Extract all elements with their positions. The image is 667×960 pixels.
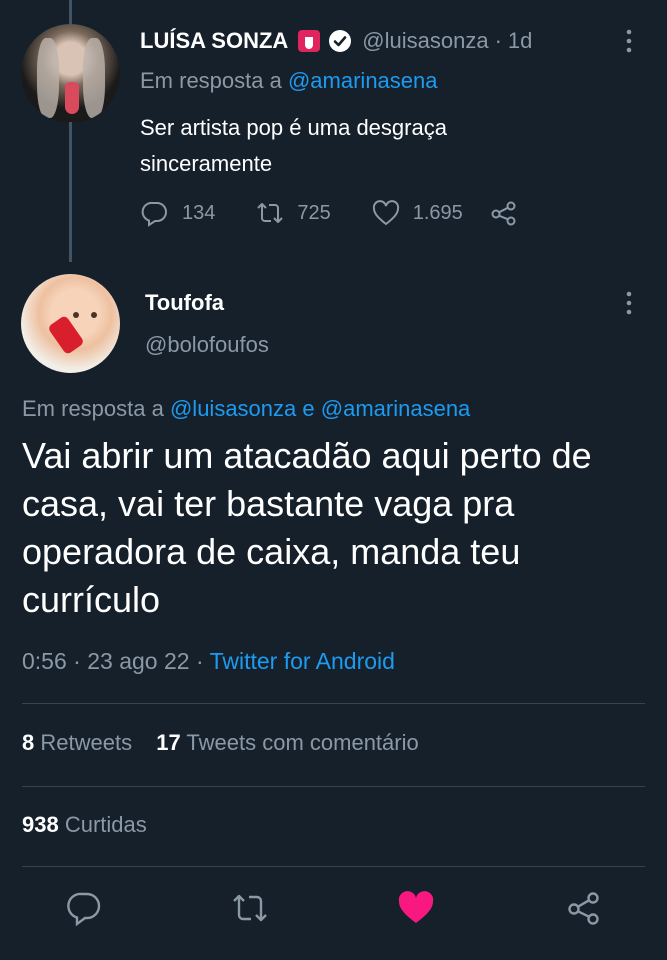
like-icon	[372, 200, 399, 226]
divider	[22, 786, 645, 787]
display-name[interactable]: Toufofa	[145, 290, 224, 316]
tweet-meta: 0:56 · 23 ago 22 · Twitter for Android	[22, 648, 395, 675]
quotes-link[interactable]: 17 Tweets com comentário	[156, 730, 419, 755]
retweet-icon[interactable]	[230, 888, 270, 928]
retweets-link[interactable]: 8 Retweets	[22, 730, 132, 755]
reply-icon	[141, 201, 167, 227]
share-icon[interactable]	[564, 888, 604, 928]
retweets-count: 8	[22, 730, 35, 755]
replying-to: Em resposta a @amarinasena	[140, 68, 438, 94]
tweet-action-bar	[0, 888, 667, 938]
share-button[interactable]	[489, 198, 519, 228]
replying-prefix: Em resposta a	[140, 68, 282, 93]
reply-tweet-header: LUÍSA SONZA @luisasonza · 1d	[140, 28, 532, 54]
separator-dot: ·	[73, 648, 81, 674]
retweet-button[interactable]: 725	[255, 198, 331, 228]
tweet-text: Ser artista pop é uma desgraça sincerame…	[140, 115, 447, 176]
avatar[interactable]	[21, 24, 120, 123]
username[interactable]: @bolofoufos	[145, 332, 269, 358]
replying-prefix: Em resposta a	[22, 396, 164, 421]
client-link[interactable]: Twitter for Android	[210, 648, 395, 674]
share-icon	[491, 201, 516, 226]
retweet-count: 725	[297, 201, 331, 224]
like-button[interactable]: 1.695	[371, 198, 463, 228]
username[interactable]: @luisasonza	[362, 28, 488, 54]
likes-link[interactable]: 938 Curtidas	[22, 812, 147, 838]
mention-link[interactable]: @amarinasena	[321, 396, 471, 421]
more-icon[interactable]	[622, 28, 636, 54]
divider	[22, 703, 645, 704]
like-icon-filled[interactable]	[396, 888, 436, 928]
reply-tweet-actions: 134 725 1.695	[140, 198, 519, 228]
likes-count: 938	[22, 812, 59, 837]
reply-count: 134	[182, 201, 216, 224]
thread-line	[69, 122, 72, 262]
reply-button[interactable]: 134	[140, 198, 215, 228]
retweets-label: Retweets	[40, 730, 133, 755]
quotes-count: 17	[156, 730, 181, 755]
mention-link[interactable]: @amarinasena	[288, 68, 438, 93]
display-name[interactable]: LUÍSA SONZA	[140, 28, 288, 54]
divider	[22, 866, 645, 867]
tongue-emoji-icon	[298, 30, 321, 52]
avatar[interactable]	[21, 274, 120, 373]
separator-dot: ·	[494, 28, 502, 53]
reply-icon[interactable]	[64, 888, 104, 928]
replying-to: Em resposta a @luisasonza e @amarinasena	[22, 396, 470, 422]
retweet-icon	[257, 203, 284, 223]
timestamp[interactable]: 1d	[508, 28, 532, 54]
tweet-date[interactable]: 23 ago 22	[87, 648, 189, 674]
mention-link[interactable]: @luisasonza	[170, 396, 296, 421]
tweet-text: Vai abrir um atacadão aqui perto de casa…	[22, 435, 592, 620]
likes-label: Curtidas	[64, 812, 147, 837]
tweet-time[interactable]: 0:56	[22, 648, 67, 674]
separator-dot: ·	[195, 648, 204, 674]
retweet-stats: 8 Retweets 17 Tweets com comentário	[22, 730, 419, 756]
replying-conjunction: e	[302, 396, 315, 421]
verified-icon	[329, 30, 352, 52]
like-count: 1.695	[412, 201, 463, 224]
quotes-label: Tweets com comentário	[186, 730, 419, 755]
more-icon[interactable]	[622, 290, 636, 316]
